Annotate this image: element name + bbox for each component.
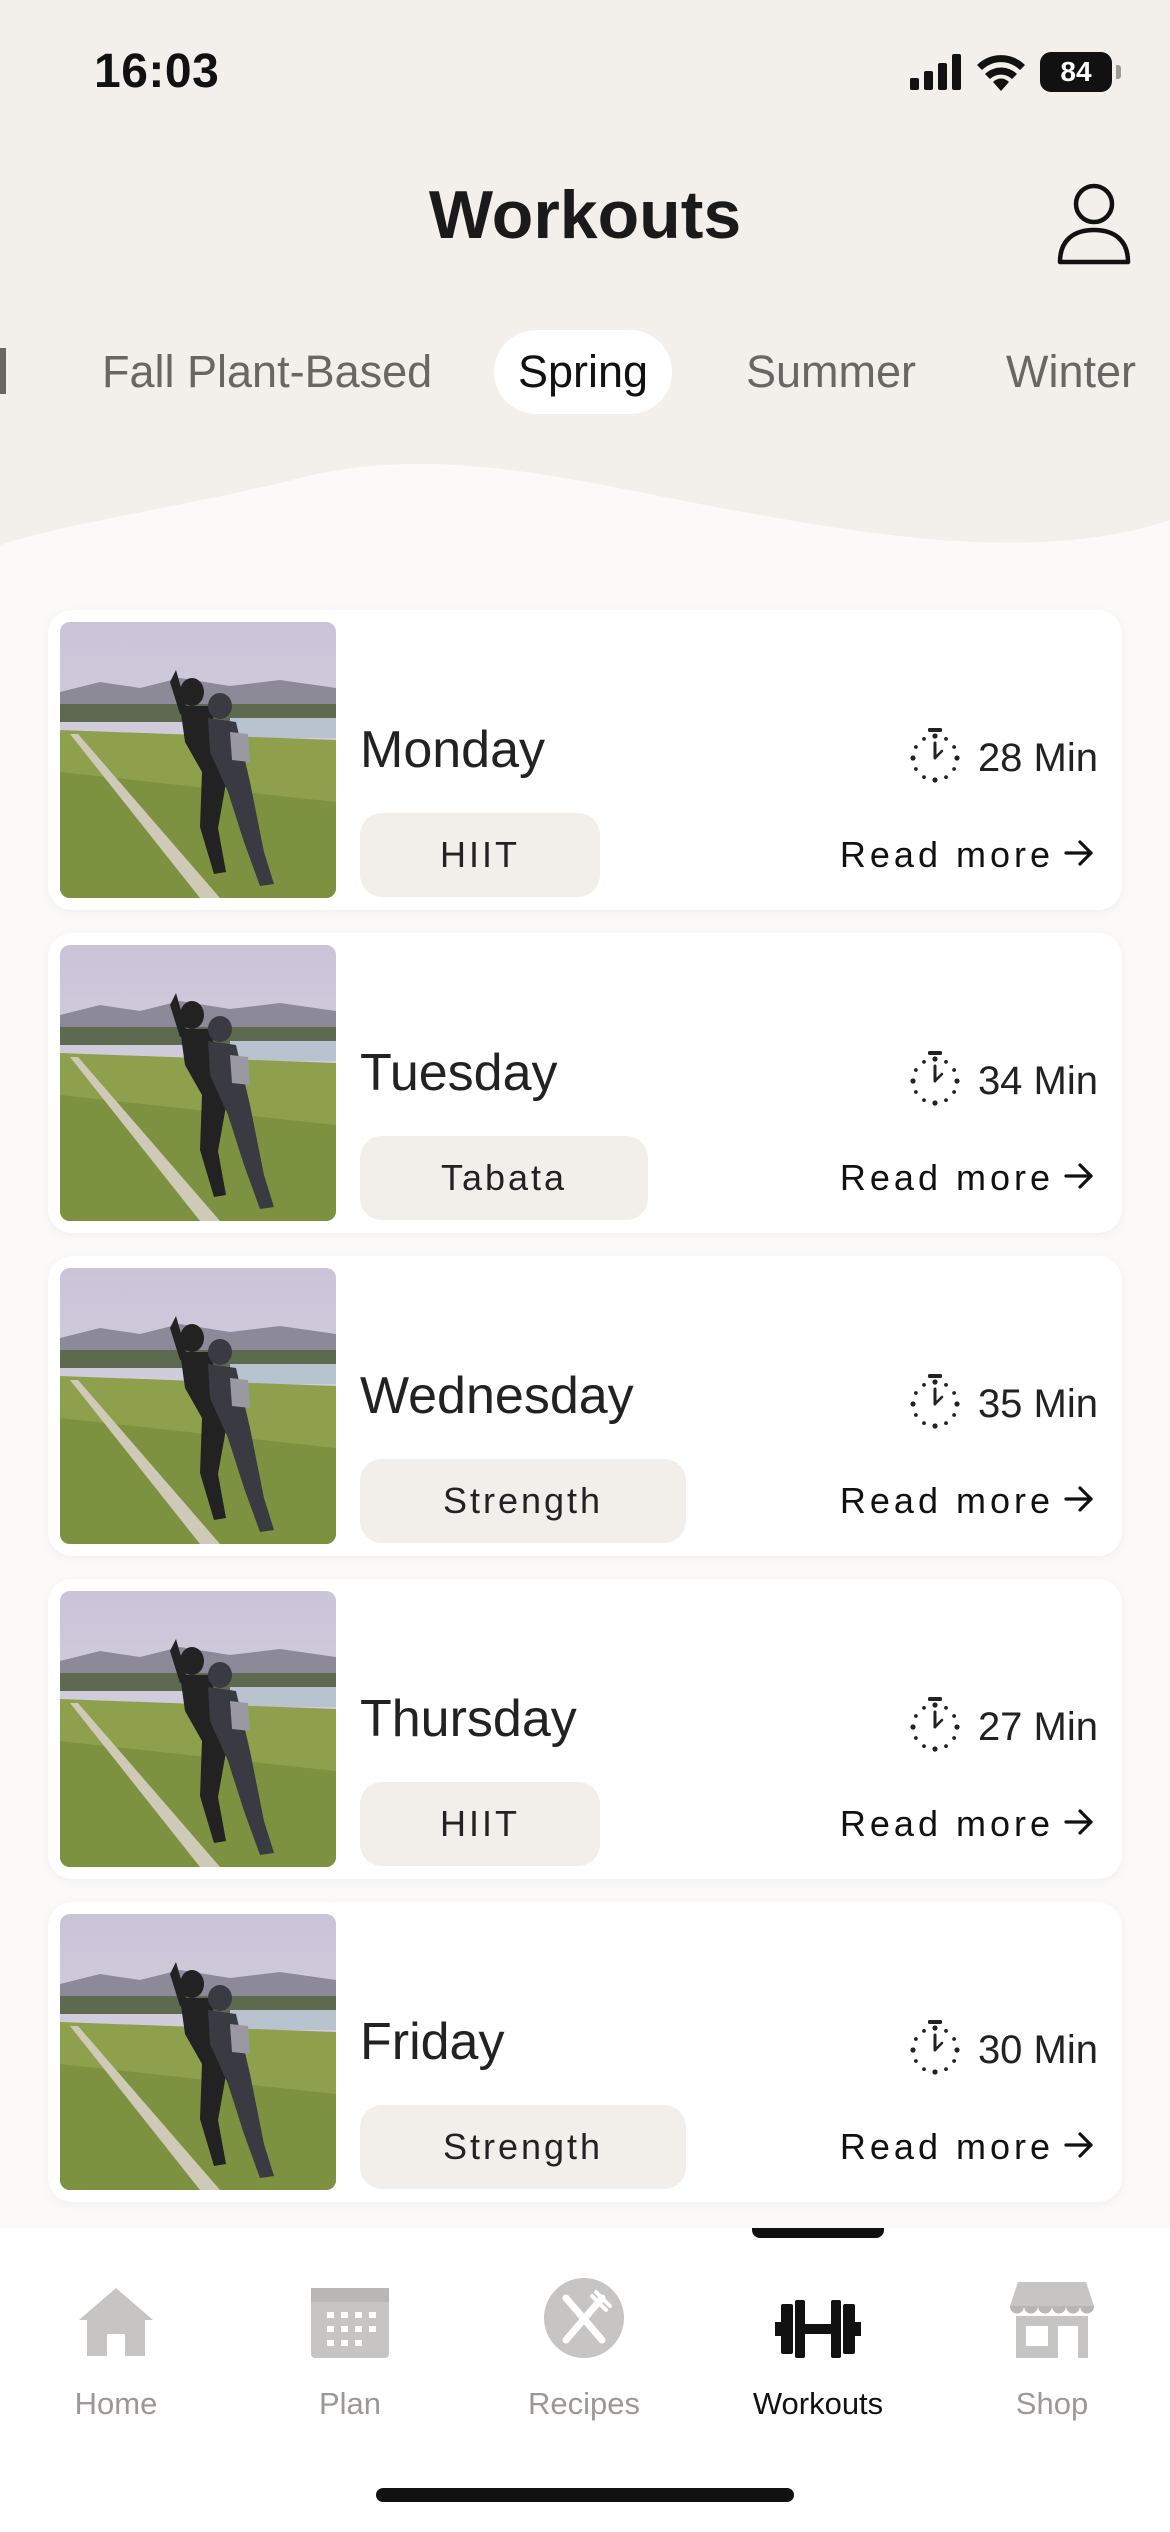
nav-plan-label: Plan xyxy=(318,2386,382,2421)
workout-thumbnail xyxy=(60,1591,336,1867)
timer-icon xyxy=(908,727,962,790)
status-icons: 84 xyxy=(910,50,1121,94)
tab-summer[interactable]: Summer xyxy=(746,330,916,414)
signal-icon xyxy=(910,54,961,90)
read-more-label: Read more xyxy=(839,1480,1054,1521)
read-more-label: Read more xyxy=(839,2126,1054,2167)
battery-level: 84 xyxy=(1060,56,1092,87)
workout-duration-text: 27 Min xyxy=(977,1704,1098,1749)
workout-duration: 34 Min xyxy=(908,1050,1098,1113)
workout-type-tag: HIIT xyxy=(360,1782,600,1866)
workout-day: Thursday xyxy=(360,1690,577,1748)
tab-spring[interactable]: Spring xyxy=(494,330,673,414)
workout-card[interactable]: Wednesday Strength 35 Min Read more xyxy=(48,1256,1122,1556)
arrow-right-icon xyxy=(1064,1803,1094,1845)
workout-type-tag: HIIT xyxy=(360,813,600,897)
home-icon xyxy=(79,2288,153,2356)
profile-icon xyxy=(1057,183,1131,265)
store-icon xyxy=(1010,2282,1094,2358)
workout-thumbnail xyxy=(60,622,336,898)
workout-thumbnail xyxy=(60,945,336,1221)
arrow-right-icon xyxy=(1064,1157,1094,1199)
dumbbell-icon xyxy=(775,2300,861,2358)
workout-card[interactable]: Monday HIIT 28 Min Read more xyxy=(48,610,1122,910)
timer-icon xyxy=(908,2019,962,2082)
workout-thumbnail xyxy=(60,1914,336,2190)
workout-duration-text: 34 Min xyxy=(977,1058,1098,1103)
page-title: Workouts xyxy=(428,177,742,253)
tab-winter[interactable]: Winter xyxy=(1006,330,1136,414)
workout-day: Friday xyxy=(360,2013,505,2071)
nav-workouts-label: Workouts xyxy=(752,2386,884,2421)
nav-shop[interactable]: Shop xyxy=(952,2268,1152,2422)
active-tab-indicator xyxy=(752,2228,884,2238)
battery-indicator: 84 xyxy=(1040,52,1121,92)
nav-recipes-label: Recipes xyxy=(528,2386,640,2421)
read-more-link[interactable]: Read more xyxy=(840,1474,1094,1528)
workout-thumbnail xyxy=(60,1268,336,1544)
timer-icon xyxy=(908,1050,962,1113)
workout-card[interactable]: Thursday HIIT 27 Min Read more xyxy=(48,1579,1122,1879)
nav-recipes[interactable]: Recipes xyxy=(484,2268,684,2422)
workout-duration: 28 Min xyxy=(908,727,1098,790)
read-more-link[interactable]: Read more xyxy=(840,1797,1094,1851)
read-more-link[interactable]: Read more xyxy=(840,828,1094,882)
workout-duration: 30 Min xyxy=(908,2019,1098,2082)
profile-button[interactable] xyxy=(1054,180,1134,266)
read-more-label: Read more xyxy=(839,1157,1054,1198)
calendar-icon xyxy=(311,2288,389,2358)
timer-icon xyxy=(908,1696,962,1759)
workout-type-tag: Strength xyxy=(360,2105,686,2189)
arrow-right-icon xyxy=(1064,1480,1094,1522)
read-more-link[interactable]: Read more xyxy=(840,1151,1094,1205)
nav-plan[interactable]: Plan xyxy=(250,2268,450,2422)
bottom-nav: Home Plan Recipes Workouts Shop xyxy=(0,2228,1170,2532)
nav-workouts[interactable]: Workouts xyxy=(718,2268,918,2422)
workout-duration: 27 Min xyxy=(908,1696,1098,1759)
workout-card[interactable]: Friday Strength 30 Min Read more xyxy=(48,1902,1122,2202)
home-indicator xyxy=(376,2488,794,2502)
workout-day: Tuesday xyxy=(360,1044,558,1102)
workout-day: Wednesday xyxy=(360,1367,634,1425)
nav-home[interactable]: Home xyxy=(16,2268,216,2422)
nav-home-label: Home xyxy=(74,2386,158,2421)
workout-day: Monday xyxy=(360,721,545,779)
wifi-icon xyxy=(977,55,1025,91)
timer-icon xyxy=(908,1373,962,1436)
status-time: 16:03 xyxy=(94,45,220,98)
read-more-label: Read more xyxy=(839,834,1054,875)
arrow-right-icon xyxy=(1064,2126,1094,2168)
status-bar: 16:03 84 xyxy=(0,0,1170,150)
workout-card[interactable]: Tuesday Tabata 34 Min Read more xyxy=(48,933,1122,1233)
workout-duration-text: 30 Min xyxy=(977,2027,1098,2072)
workout-duration-text: 35 Min xyxy=(977,1381,1098,1426)
workout-type-tag: Strength xyxy=(360,1459,686,1543)
workout-duration-text: 28 Min xyxy=(977,735,1098,780)
tab-fall-plant-based[interactable]: Fall Plant-Based xyxy=(102,330,432,414)
workout-type-tag: Tabata xyxy=(360,1136,648,1220)
read-more-link[interactable]: Read more xyxy=(840,2120,1094,2174)
nav-shop-label: Shop xyxy=(1015,2386,1089,2421)
season-tabs: Fall Plant-Based Spring Summer Winter xyxy=(0,330,1170,414)
arrow-right-icon xyxy=(1064,834,1094,876)
workout-duration: 35 Min xyxy=(908,1373,1098,1436)
read-more-label: Read more xyxy=(839,1803,1054,1844)
utensils-icon xyxy=(544,2278,624,2358)
